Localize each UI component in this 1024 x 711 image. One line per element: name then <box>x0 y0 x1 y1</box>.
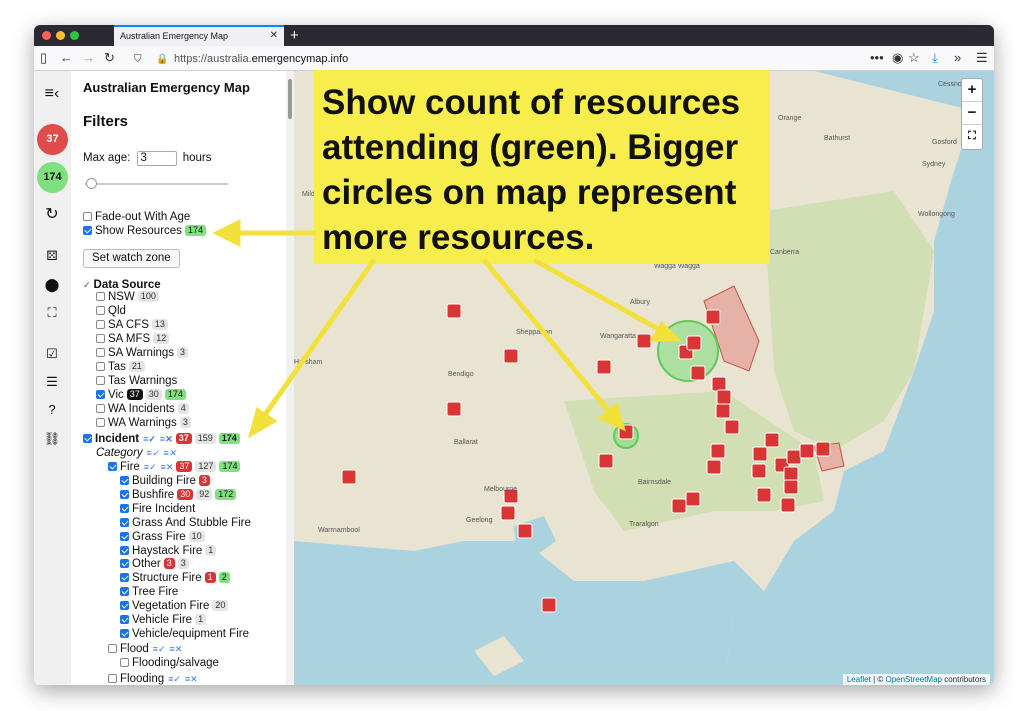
arrow-head <box>248 406 278 439</box>
arrow-to-large-circle <box>532 257 664 334</box>
arrow-to-incident <box>259 258 377 421</box>
callout-arrows <box>212 218 683 439</box>
arrow-to-small-circle <box>482 258 614 417</box>
browser-window: Australian Emergency Map ✕ + ▯ ← → ↻ ⛉ 🔒 … <box>34 25 994 685</box>
arrow-head <box>212 218 241 248</box>
